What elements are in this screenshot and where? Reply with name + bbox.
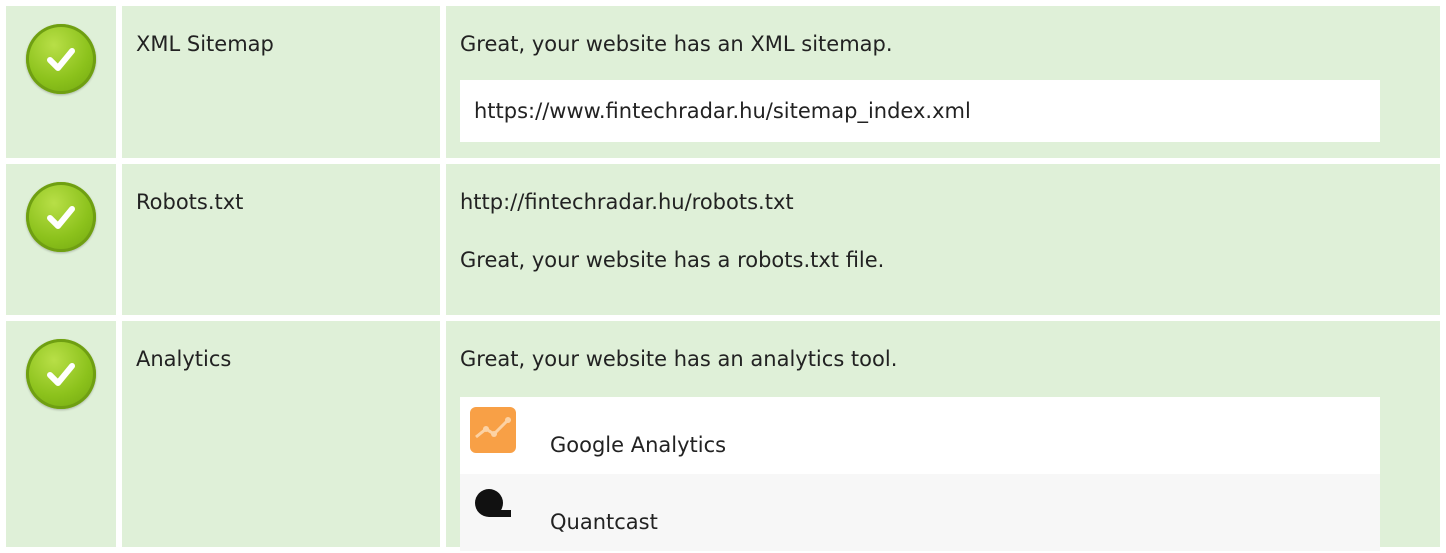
result-title: XML Sitemap <box>122 6 440 158</box>
result-body: Great, your website has an analytics too… <box>446 321 1440 551</box>
result-message: Great, your website has an analytics too… <box>460 347 898 371</box>
robots-url[interactable]: http://fintechradar.hu/robots.txt <box>460 190 1440 214</box>
check-circle-icon <box>26 339 96 409</box>
result-title: Robots.txt <box>122 164 440 315</box>
status-cell <box>6 6 116 158</box>
quantcast-icon <box>470 484 516 535</box>
result-row-analytics: Analytics Great, your website has an ana… <box>6 321 1440 551</box>
status-cell <box>6 164 116 315</box>
seo-results-table: XML Sitemap Great, your website has an X… <box>6 6 1440 553</box>
result-message: Great, your website has a robots.txt fil… <box>460 248 885 272</box>
result-title: Analytics <box>122 321 440 547</box>
result-message: Great, your website has an XML sitemap. <box>460 32 893 56</box>
list-item: Quantcast <box>460 474 1380 551</box>
list-item: Google Analytics <box>460 397 1380 474</box>
check-circle-icon <box>26 182 96 252</box>
analytics-tools-list: Google Analytics Quantcast <box>460 397 1380 551</box>
result-body: http://fintechradar.hu/robots.txt Great,… <box>446 164 1440 315</box>
result-body: Great, your website has an XML sitemap. … <box>446 6 1440 158</box>
result-row-robots-txt: Robots.txt http://fintechradar.hu/robots… <box>6 164 1440 315</box>
tool-name: Quantcast <box>550 510 658 534</box>
sitemap-url[interactable]: https://www.fintechradar.hu/sitemap_inde… <box>460 80 1380 142</box>
status-cell <box>6 321 116 547</box>
google-analytics-icon <box>470 407 516 458</box>
tool-name: Google Analytics <box>550 433 727 457</box>
check-circle-icon <box>26 24 96 94</box>
result-row-xml-sitemap: XML Sitemap Great, your website has an X… <box>6 6 1440 158</box>
